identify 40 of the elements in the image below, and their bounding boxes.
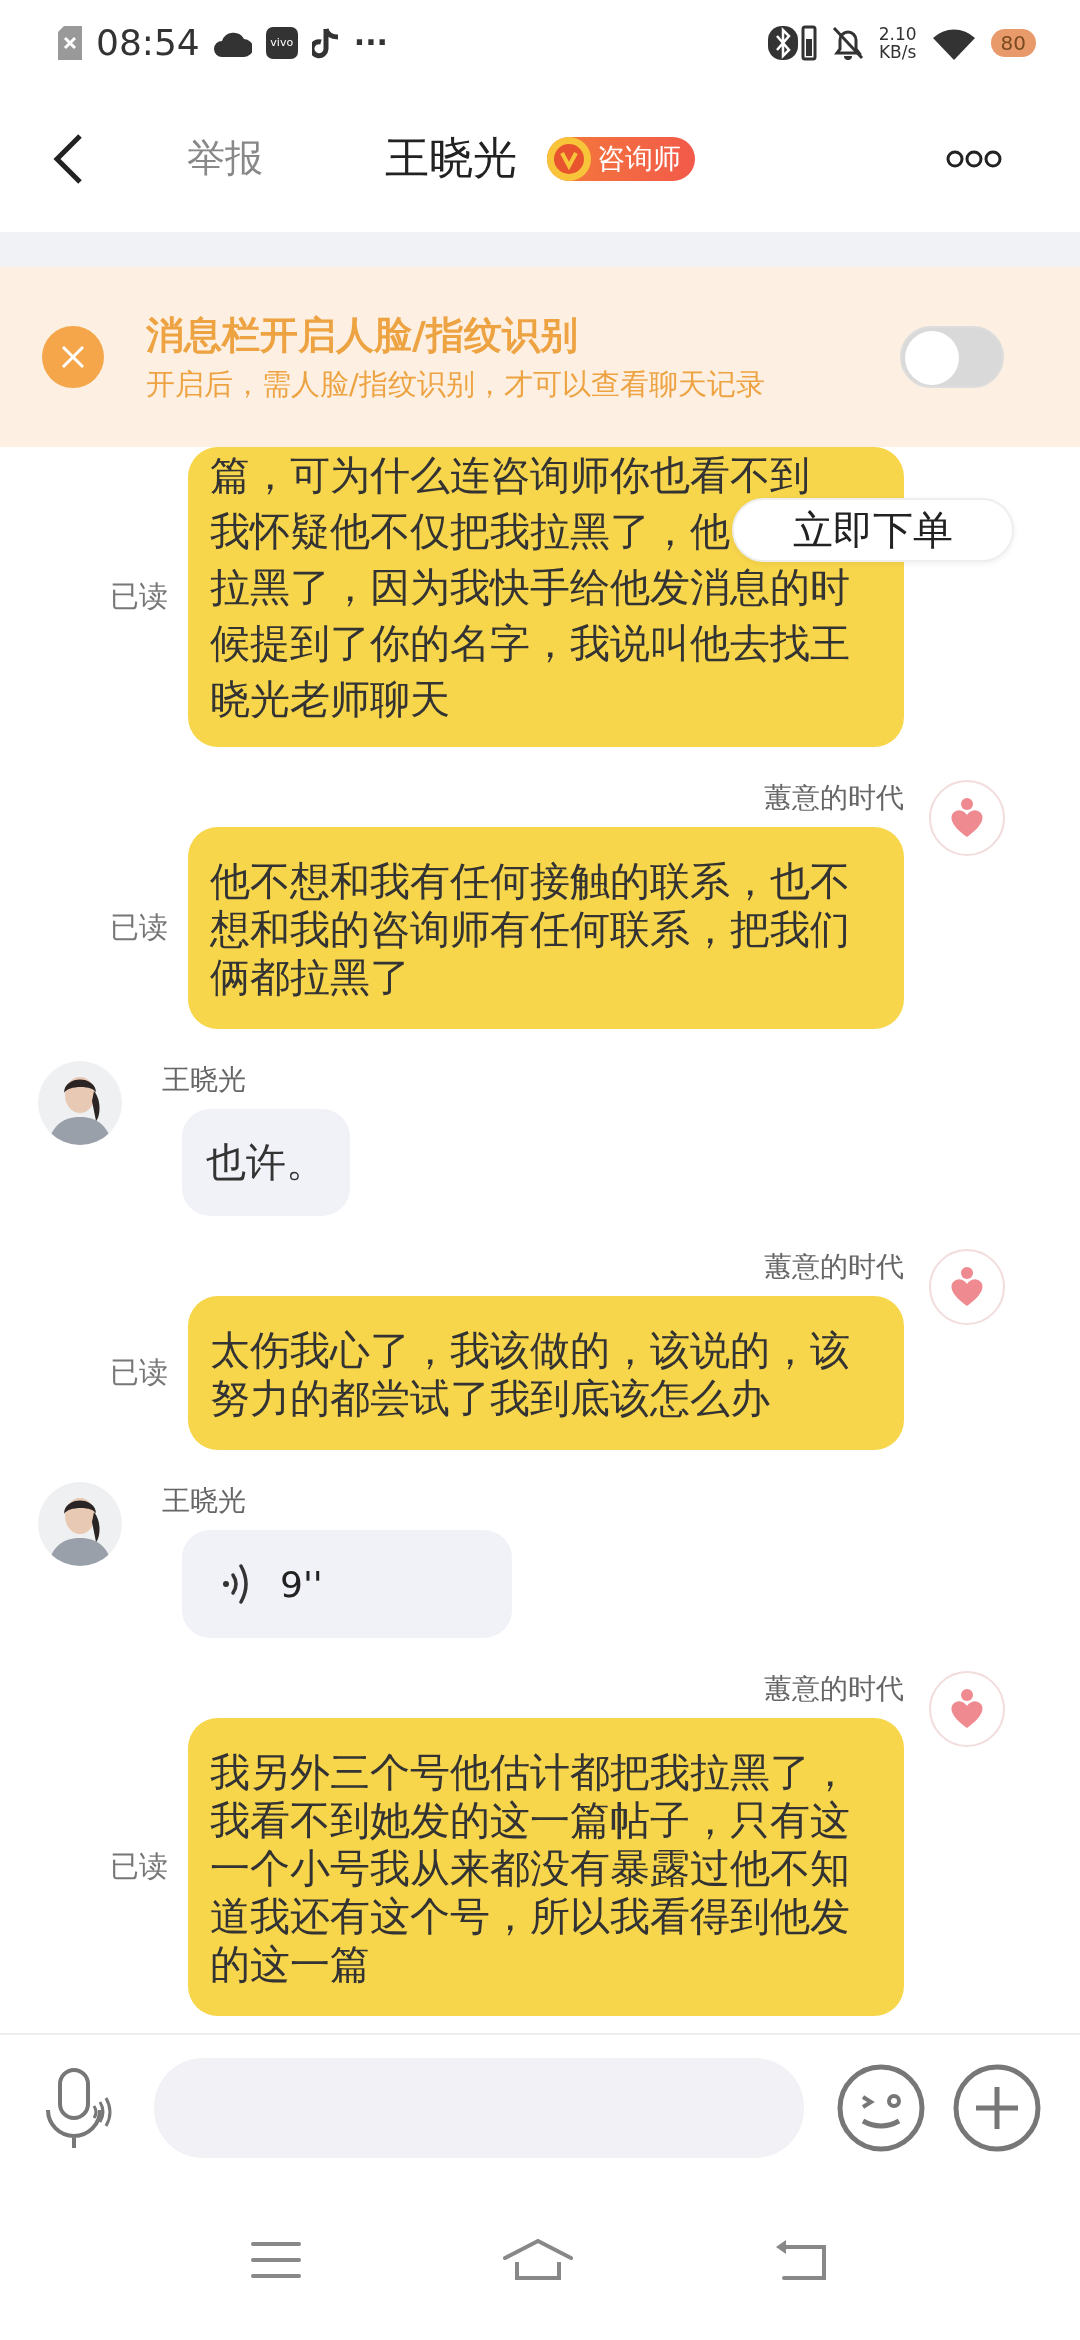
sim-card-icon [58,25,82,60]
voice-message[interactable]: 9'' [182,1530,512,1638]
sender-name: 王晓光 [162,1483,246,1519]
heart-avatar-icon[interactable] [928,1670,1006,1748]
bell-off-icon [830,24,865,61]
message-bubble: 他不想和我有任何接触的联系，也不 想和我的咨询师有任何联系，把我们 俩都拉黑了 [188,827,904,1029]
menu-button[interactable] [250,2240,302,2280]
message-bubble: 我另外三个号他估计都把我拉黑了， 我看不到她发的这一篇帖子，只有这 一个小号我从来都没有暴露过他不知 道我还有这个号，所以我看得到他发 的这一篇 [188,1718,904,2016]
close-icon [60,344,86,370]
speed-unit: KB/s [878,42,917,61]
banner-subtitle: 开启后，需人脸/指纹识别，才可以查看聊天记录 [146,365,765,403]
counselor-badge: 咨询师 [547,136,695,181]
network-speed: 2.10 [878,24,917,43]
voice-duration: 9'' [280,1563,323,1605]
more-button[interactable] [946,148,1002,169]
battery-level: 80 [990,28,1036,57]
more-notifications: ··· [353,25,388,60]
report-link[interactable]: 举报 [187,133,263,184]
message-bubble: 太伤我心了，我该做的，该说的，该 努力的都尝试了我到底该怎么办 [188,1296,904,1450]
sender-name: 蕙意的时代 [764,1249,904,1285]
add-button[interactable] [952,2062,1042,2153]
sender-name: 王晓光 [162,1062,246,1098]
heart-avatar-icon[interactable] [928,1248,1006,1326]
chat-title: 王晓光 [385,131,517,185]
read-status: 已读 [110,909,168,946]
home-button[interactable] [502,2238,574,2282]
status-time: 08:54 [96,22,200,63]
banner-title: 消息栏开启人脸/指纹识别 [146,311,579,359]
heart-avatar-icon[interactable] [928,779,1006,857]
read-status: 已读 [110,578,168,615]
sender-name: 蕙意的时代 [764,1671,904,1707]
read-status: 已读 [110,1848,168,1885]
order-button[interactable]: 立即下单 [732,498,1014,562]
bluetooth-icon [766,24,817,61]
emoji-button[interactable] [836,2062,926,2153]
music-note-icon [311,26,340,59]
sender-name: 蕙意的时代 [764,780,904,816]
message-bubble: 也许。 [182,1109,350,1216]
read-status: 已读 [110,1354,168,1391]
app-icon: vivo [265,26,298,59]
